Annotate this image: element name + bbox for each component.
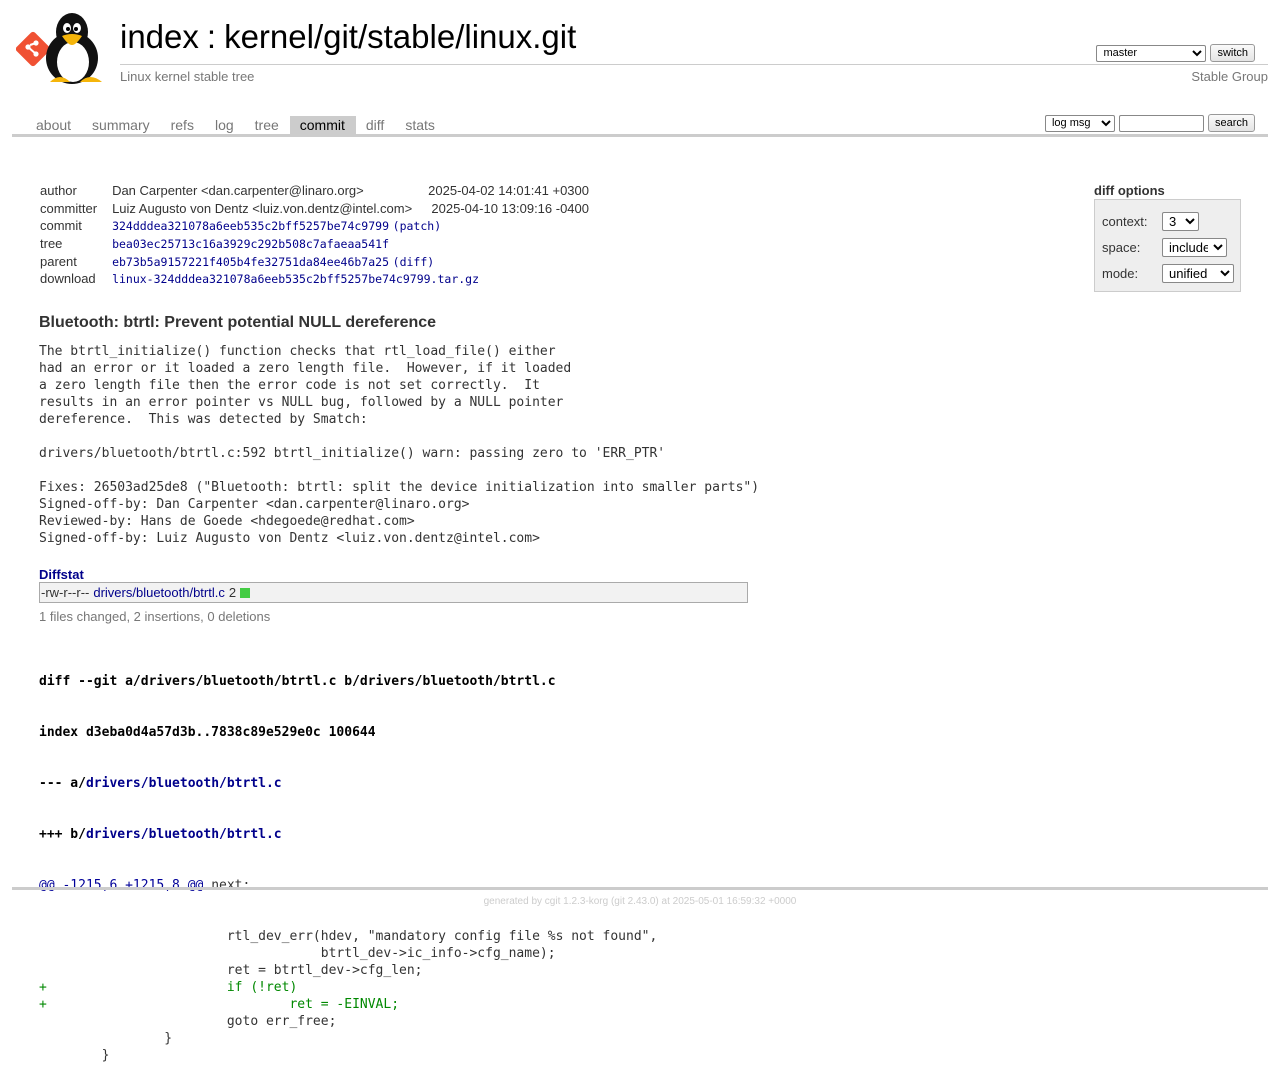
diff-minus-file-link[interactable]: drivers/bluetooth/btrtl.c — [86, 776, 282, 791]
author-date: 2025-04-02 14:01:41 +0300 — [428, 183, 589, 199]
mode-option-row: mode: unified — [1102, 260, 1240, 286]
diff-context-line: rtl_dev_err(hdev, "mandatory config file… — [39, 929, 658, 944]
search-button[interactable]: search — [1207, 114, 1255, 132]
space-label: space: — [1102, 239, 1141, 255]
diff-plus-file-link[interactable]: drivers/bluetooth/btrtl.c — [86, 827, 282, 842]
diff-lines: rtl_dev_err(hdev, "mandatory config file… — [39, 928, 657, 1064]
cgit-link[interactable]: cgit 1.2.3-korg — [545, 896, 608, 907]
diff-hunk-header: @@ -1215,6 +1215,8 @@ next: — [39, 878, 251, 893]
author-row: author Dan Carpenter <dan.carpenter@lina… — [28, 182, 589, 200]
search-scope-select[interactable]: log msg — [1044, 114, 1115, 132]
committer-date: 2025-04-10 13:09:16 -0400 — [431, 200, 589, 216]
tab-stats[interactable]: stats — [395, 116, 446, 135]
diff-context-line: } — [39, 1048, 110, 1063]
diff-context-line: } — [39, 1031, 173, 1046]
tab-diff[interactable]: diff — [356, 116, 395, 135]
parent-label: parent — [40, 253, 77, 269]
context-option-row: context: 3 — [1102, 208, 1240, 234]
diffstat-table: -rw-r--r-- drivers/bluetooth/btrtl.c 2 — [39, 582, 748, 603]
repo-owner: Stable Group — [1191, 69, 1268, 84]
tab-summary[interactable]: summary — [82, 116, 161, 135]
committer-label: committer — [40, 200, 98, 216]
diff-context-line: btrtl_dev->ic_info->cfg_name); — [39, 946, 556, 961]
tab-tree[interactable]: tree — [245, 116, 290, 135]
commit-label: commit — [40, 218, 82, 234]
repo-description: Linux kernel stable tree — [120, 69, 255, 84]
repo-link[interactable]: kernel/git/stable/linux.git — [224, 18, 576, 55]
download-row: download linux-324dddea321078a6eeb535c2b… — [28, 270, 589, 288]
tree-label: tree — [40, 236, 63, 252]
page-title: index: kernel/git/stable/linux.git — [120, 18, 576, 56]
author-value: Dan Carpenter <dan.carpenter@linaro.org> — [112, 183, 364, 199]
tab-commit[interactable]: commit — [289, 116, 356, 135]
diff-plus-file-line: +++ b/drivers/bluetooth/btrtl.c — [39, 827, 282, 842]
diff-git-header: diff --git a/drivers/bluetooth/btrtl.c b… — [39, 674, 556, 689]
mode-label: mode: — [1102, 265, 1139, 281]
commit-info-table: author Dan Carpenter <dan.carpenter@lina… — [28, 182, 589, 288]
diff-options-panel: diff options context: 3 space: include m… — [1094, 183, 1241, 292]
page-header: index: kernel/git/stable/linux.git Linux … — [12, 0, 1268, 92]
mode-select[interactable]: unified — [1162, 263, 1234, 283]
diffstat-file-link[interactable]: drivers/bluetooth/btrtl.c — [93, 585, 225, 600]
page-footer: generated by cgit 1.2.3-korg (git 2.43.0… — [483, 896, 797, 907]
parent-hash-link[interactable]: eb73b5a9157221f405b4fe32751da84ee46b7a25 — [112, 255, 389, 269]
tux-git-logo-icon — [15, 13, 102, 84]
diffstat-link[interactable]: Diffstat — [39, 567, 84, 582]
context-select[interactable]: 3 — [1162, 211, 1199, 231]
diffstat-count: 2 — [228, 585, 237, 600]
commit-message: The btrtl_initialize() function checks t… — [39, 344, 760, 546]
tab-log[interactable]: log — [205, 116, 245, 135]
search-input[interactable] — [1118, 114, 1204, 132]
space-select[interactable]: include — [1162, 237, 1227, 257]
switch-button[interactable]: switch — [1210, 44, 1255, 62]
download-tarball-link[interactable]: linux-324dddea321078a6eeb535c2bff5257be7… — [112, 272, 479, 286]
cgit-logo[interactable] — [15, 12, 112, 84]
commit-row: commit 324dddea321078a6eeb535c2bff5257be… — [28, 217, 589, 235]
patch-link[interactable]: patch — [400, 219, 435, 233]
committer-value: Luiz Augusto von Dentz <luiz.von.dentz@i… — [112, 200, 413, 216]
tree-hash-link[interactable]: bea03ec25713c16a3929c292b508c7afaeaa541f — [112, 237, 389, 251]
author-label: author — [40, 183, 77, 199]
tree-row: tree bea03ec25713c16a3929c292b508c7afaea… — [28, 235, 589, 253]
tab-about[interactable]: about — [26, 116, 82, 135]
diff-minus-file-line: --- a/drivers/bluetooth/btrtl.c — [39, 776, 282, 791]
space-option-row: space: include — [1102, 234, 1240, 260]
diff-context-line: ret = btrtl_dev->cfg_len; — [39, 963, 423, 978]
parent-row: parent eb73b5a9157221f405b4fe32751da84ee… — [28, 252, 589, 270]
diff-options-title: diff options — [1094, 183, 1165, 198]
tab-bar: about summary refs log tree commit diff … — [12, 113, 1268, 137]
diff-options-box: context: 3 space: include mode: unified — [1094, 199, 1241, 292]
branch-switch-form: master switch — [1096, 44, 1255, 62]
diffstat-header: Diffstat — [39, 567, 84, 582]
download-label: download — [40, 271, 96, 287]
search-form: log msg search — [1044, 114, 1255, 132]
branch-select[interactable]: master — [1096, 44, 1207, 62]
diff-view: diff --git a/drivers/bluetooth/btrtl.c b… — [39, 639, 657, 1081]
index-link[interactable]: index — [120, 18, 199, 55]
footer-divider — [12, 887, 1268, 890]
diffstat-summary: 1 files changed, 2 insertions, 0 deletio… — [39, 609, 271, 624]
committer-row: committer Luiz Augusto von Dentz <luiz.v… — [28, 200, 589, 218]
tab-refs[interactable]: refs — [161, 116, 205, 135]
diff-context-line: goto err_free; — [39, 1014, 337, 1029]
commit-subject: Bluetooth: btrtl: Prevent potential NULL… — [39, 314, 437, 331]
header-divider — [120, 64, 1268, 65]
file-mode: -rw-r--r-- — [41, 585, 90, 600]
title-separator: : — [206, 18, 217, 55]
diff-added-line: + ret = -EINVAL; — [39, 997, 400, 1012]
diff-index-line: index d3eba0d4a57d3b..7838c89e529e0c 100… — [39, 725, 376, 740]
diffstat-insert-bar — [240, 587, 251, 598]
commit-hash-link[interactable]: 324dddea321078a6eeb535c2bff5257be74c9799 — [112, 219, 389, 233]
parent-diff-link[interactable]: diff — [400, 255, 428, 269]
context-label: context: — [1102, 213, 1148, 229]
diff-added-line: + if (!ret) — [39, 980, 298, 995]
